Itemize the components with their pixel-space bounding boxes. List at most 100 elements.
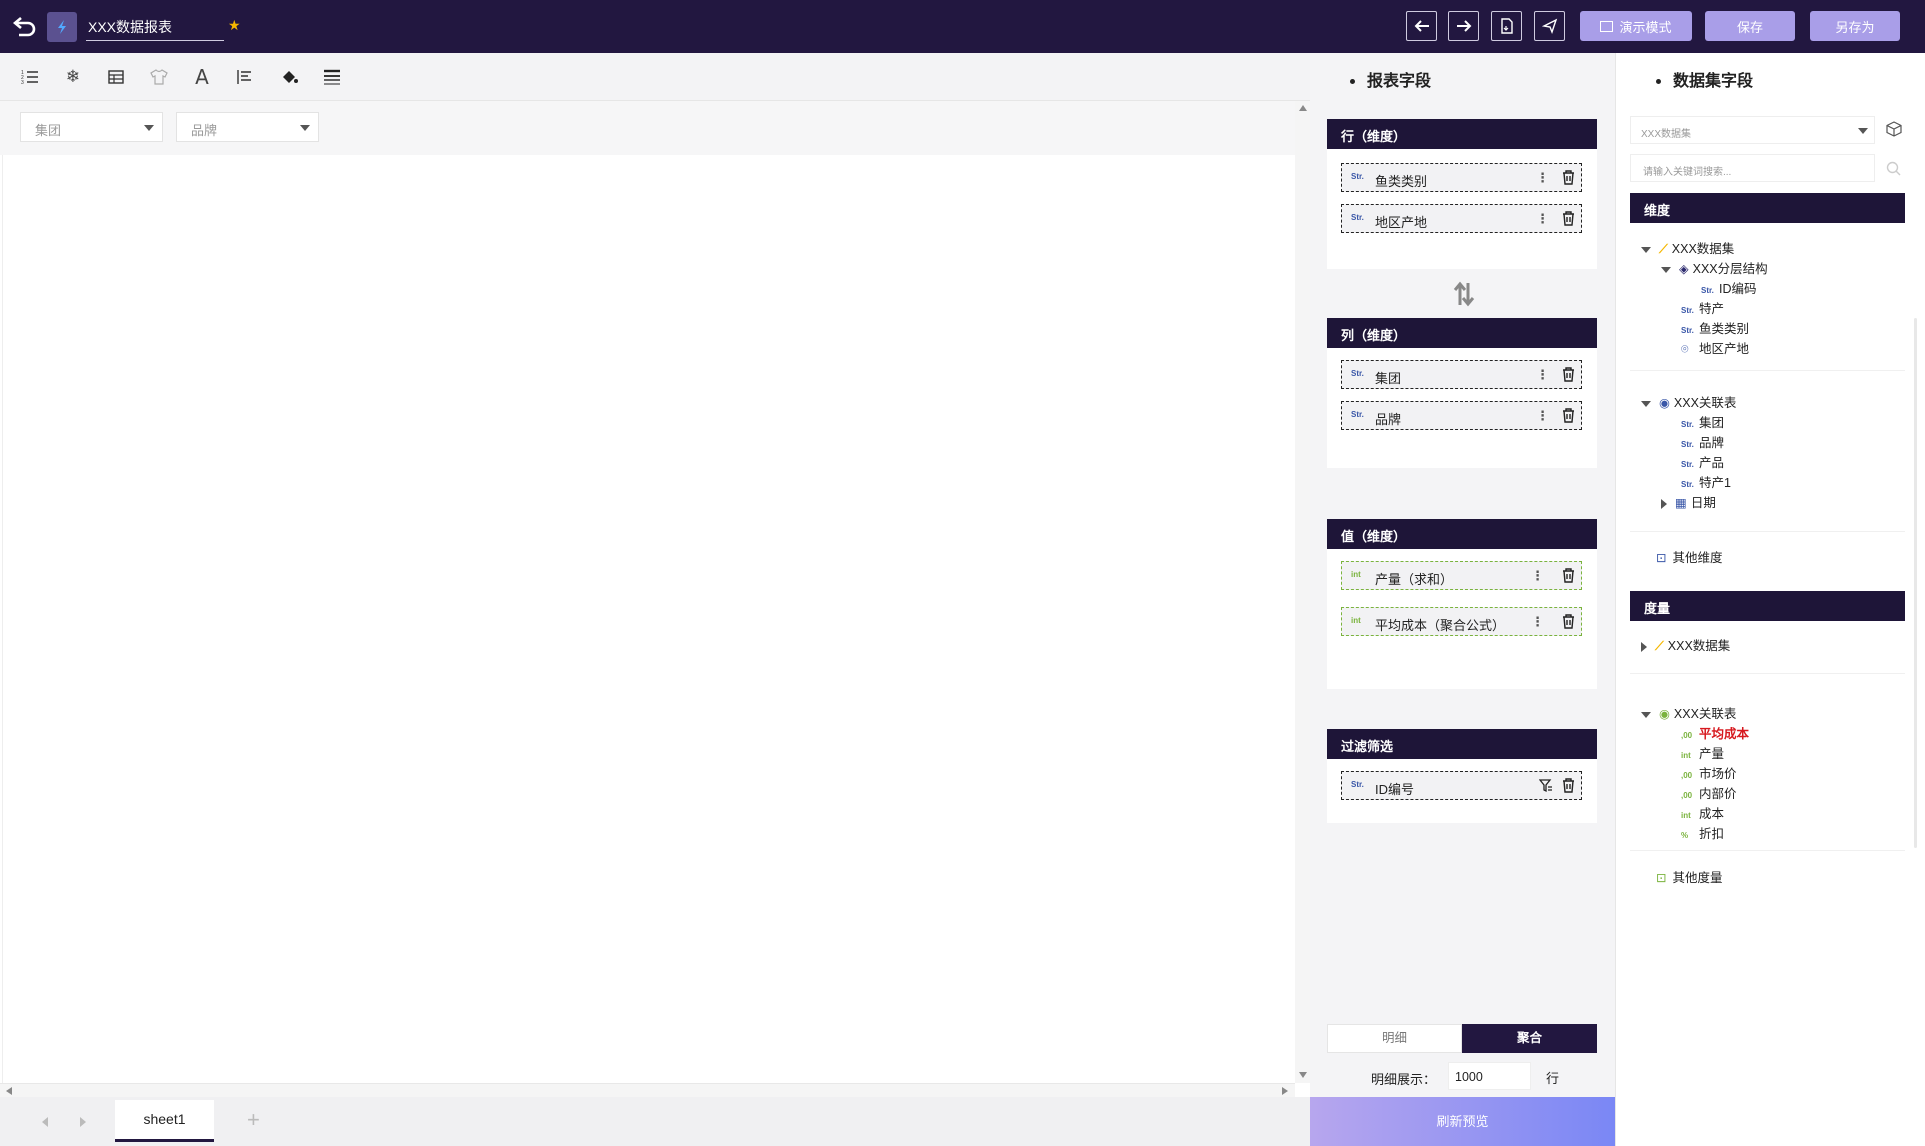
line-style-icon[interactable] <box>320 65 344 89</box>
ordered-list-icon[interactable]: 123 <box>18 65 42 89</box>
next-sheet-icon[interactable] <box>80 1117 86 1127</box>
tree-field[interactable]: ,00 市场价 <box>1681 765 1737 783</box>
scroll-left-icon[interactable] <box>6 1087 12 1095</box>
more-icon[interactable]: ⋮ <box>1536 211 1549 227</box>
scroll-down-icon[interactable] <box>1299 1072 1307 1078</box>
font-icon[interactable]: A <box>190 65 214 89</box>
group-filter-select[interactable]: 集团 <box>20 112 163 142</box>
brand-filter-select[interactable]: 品牌 <box>176 112 319 142</box>
field-chip[interactable]: Str. 地区产地 ⋮ <box>1341 204 1582 233</box>
dataset-select[interactable]: XXX数据集 <box>1630 116 1875 144</box>
panel-scrollbar[interactable] <box>1914 318 1917 848</box>
field-chip[interactable]: Str. 品牌 ⋮ <box>1341 401 1582 430</box>
tree-field[interactable]: Str. 特产 <box>1681 300 1724 318</box>
expand-icon[interactable] <box>1641 400 1651 407</box>
fill-color-icon[interactable] <box>277 65 301 89</box>
export-file-button[interactable] <box>1491 11 1522 41</box>
cube-icon[interactable] <box>1886 121 1902 137</box>
prev-sheet-icon[interactable] <box>42 1117 48 1127</box>
shirt-icon[interactable] <box>147 65 171 89</box>
scroll-up-icon[interactable] <box>1299 105 1307 111</box>
send-button[interactable] <box>1534 11 1565 41</box>
tree-field[interactable]: int 成本 <box>1681 805 1724 823</box>
tree-field[interactable]: ,00 平均成本 <box>1681 725 1749 743</box>
present-mode-button[interactable]: 演示模式 <box>1580 11 1692 41</box>
tree-node-dataset[interactable]: ⟋ XXX数据集 <box>1641 637 1730 655</box>
tree-field[interactable]: Str. 产品 <box>1681 454 1724 472</box>
filter-dropzone[interactable]: Str. ID编号 <box>1327 759 1597 823</box>
trash-icon[interactable] <box>1562 408 1575 423</box>
table-icon[interactable] <box>104 65 128 89</box>
tree-node-date[interactable]: ▦ 日期 <box>1661 494 1716 512</box>
tree-field[interactable]: ,00 内部价 <box>1681 785 1737 803</box>
snowflake-icon[interactable]: ❄ <box>61 65 85 89</box>
other-measures[interactable]: ⊡ 其他度量 <box>1656 869 1723 887</box>
mode-tab-aggregate[interactable]: 聚合 <box>1462 1024 1597 1053</box>
more-icon[interactable]: ⋮ <box>1536 170 1549 186</box>
add-sheet-icon[interactable]: + <box>247 1107 260 1133</box>
layers-icon: ◈ <box>1679 262 1689 276</box>
tree-field[interactable]: Str. 鱼类类别 <box>1681 320 1749 338</box>
report-canvas[interactable] <box>2 155 1292 1083</box>
trash-icon[interactable] <box>1562 170 1575 185</box>
report-title[interactable]: XXX数据报表 <box>86 17 224 41</box>
star-icon[interactable]: ★ <box>228 17 241 34</box>
more-icon[interactable]: ⋮ <box>1536 367 1549 383</box>
field-chip[interactable]: int 平均成本（聚合公式） ⋮ <box>1341 607 1582 636</box>
trash-icon[interactable] <box>1562 778 1575 793</box>
expand-icon[interactable] <box>1641 641 1647 652</box>
eye-icon: ◉ <box>1659 707 1670 721</box>
tree-field[interactable]: int 产量 <box>1681 745 1724 763</box>
swap-rows-cols-icon[interactable] <box>1453 281 1475 310</box>
dimensions-header: 维度 <box>1630 193 1905 223</box>
rows-dropzone[interactable]: Str. 鱼类类别 ⋮ Str. 地区产地 ⋮ <box>1327 149 1597 269</box>
trash-icon[interactable] <box>1562 614 1575 629</box>
expand-icon[interactable] <box>1641 711 1651 718</box>
tree-node-linked-table[interactable]: ◉ XXX关联表 <box>1641 705 1736 723</box>
field-chip[interactable]: int 产量（求和） ⋮ <box>1341 561 1582 590</box>
tree-field[interactable]: Str. 品牌 <box>1681 434 1724 452</box>
trash-icon[interactable] <box>1562 211 1575 226</box>
tree-node-hierarchy[interactable]: ◈ XXX分层结构 <box>1661 260 1768 278</box>
sheet-tab[interactable]: sheet1 <box>115 1100 214 1142</box>
tree-node-linked-table[interactable]: ◉ XXX关联表 <box>1641 394 1736 412</box>
field-chip[interactable]: Str. ID编号 <box>1341 771 1582 800</box>
tree-field[interactable]: Str. 集团 <box>1681 414 1724 432</box>
mode-tab-detail[interactable]: 明细 <box>1327 1024 1462 1053</box>
trash-icon[interactable] <box>1562 568 1575 583</box>
detail-rows-input[interactable]: 1000 <box>1448 1062 1531 1090</box>
field-chip[interactable]: Str. 集团 ⋮ <box>1341 360 1582 389</box>
chevron-down-icon <box>1858 128 1868 134</box>
field-chip[interactable]: Str. 鱼类类别 ⋮ <box>1341 163 1582 192</box>
vertical-scrollbar[interactable] <box>1295 101 1310 1083</box>
more-icon[interactable]: ⋮ <box>1531 568 1544 584</box>
tree-node-dataset[interactable]: ⟋ XXX数据集 <box>1641 240 1734 258</box>
trash-icon[interactable] <box>1562 367 1575 382</box>
horizontal-scrollbar[interactable] <box>0 1083 1295 1097</box>
undo-button[interactable] <box>1406 11 1437 41</box>
search-icon[interactable] <box>1886 161 1901 176</box>
expand-icon[interactable] <box>1661 266 1671 273</box>
align-left-icon[interactable] <box>233 65 257 89</box>
refresh-preview-button[interactable]: 刷新预览 <box>1310 1097 1615 1146</box>
expand-icon[interactable] <box>1661 498 1667 509</box>
more-icon[interactable]: ⋮ <box>1536 408 1549 424</box>
location-icon: ⌾ <box>1681 342 1689 356</box>
redo-button[interactable] <box>1448 11 1479 41</box>
field-search-input[interactable]: 请输入关键词搜索... <box>1630 154 1875 182</box>
filter-icon[interactable] <box>1539 779 1553 793</box>
more-icon[interactable]: ⋮ <box>1531 614 1544 630</box>
save-as-button[interactable]: 另存为 <box>1810 11 1900 41</box>
scroll-right-icon[interactable] <box>1282 1087 1288 1095</box>
save-button[interactable]: 保存 <box>1705 11 1795 41</box>
tree-field[interactable]: Str. 特产1 <box>1681 474 1731 492</box>
other-dimensions[interactable]: ⊡ 其他维度 <box>1656 549 1723 567</box>
tree-field[interactable]: Str. ID编码 <box>1701 280 1757 298</box>
svg-text:3: 3 <box>21 80 24 85</box>
values-dropzone[interactable]: int 产量（求和） ⋮ int 平均成本（聚合公式） ⋮ <box>1327 549 1597 689</box>
columns-dropzone[interactable]: Str. 集团 ⋮ Str. 品牌 ⋮ <box>1327 348 1597 468</box>
tree-field[interactable]: % 折扣 <box>1681 825 1724 843</box>
back-icon[interactable] <box>12 13 38 39</box>
tree-field[interactable]: ⌾ 地区产地 <box>1681 340 1749 358</box>
expand-icon[interactable] <box>1641 246 1651 253</box>
